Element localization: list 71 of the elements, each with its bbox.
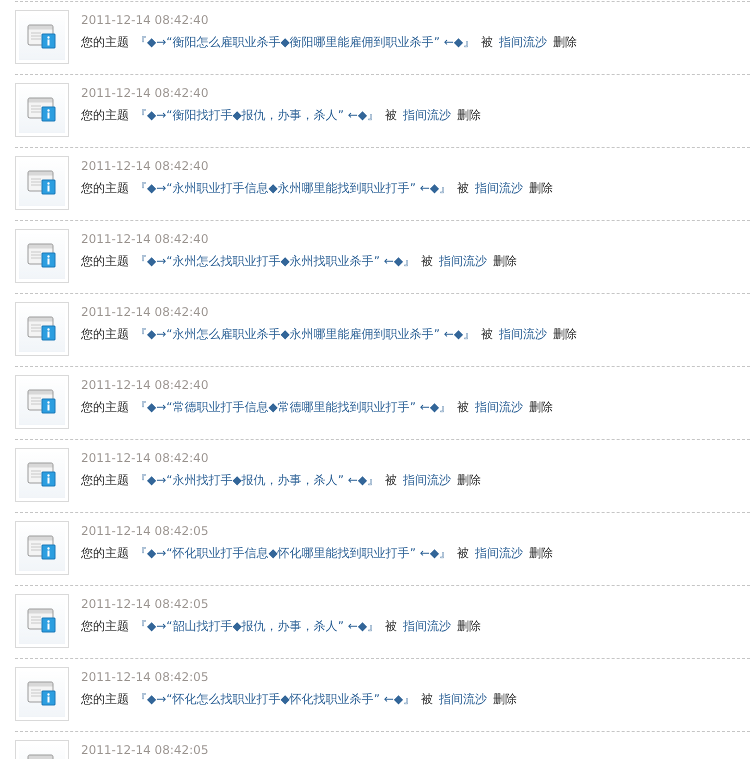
notice-icon xyxy=(27,535,57,561)
notice-prefix: 您的主题 xyxy=(81,107,129,123)
notice-icon xyxy=(27,316,57,342)
notice-action: 删除 xyxy=(553,34,578,50)
notice-icon xyxy=(27,170,57,196)
notice-icon xyxy=(27,681,57,707)
user-link[interactable]: 指间流沙 xyxy=(403,107,452,123)
notice-by: 被 xyxy=(481,326,494,342)
user-link[interactable]: 指间流沙 xyxy=(475,399,524,415)
notice-prefix: 您的主题 xyxy=(81,253,129,269)
notice-prefix: 您的主题 xyxy=(81,618,129,634)
notice-icon xyxy=(27,97,57,123)
notice-prefix: 您的主题 xyxy=(81,545,129,561)
subject-link[interactable]: 『◆→“怀化职业打手信息◆怀化哪里能找到职业打手” ←◆』 xyxy=(135,545,452,561)
subject-link[interactable]: 『◆→“韶山找打手◆报仇，办事，杀人” ←◆』 xyxy=(135,618,380,634)
notice-prefix: 您的主题 xyxy=(81,326,129,342)
subject-link[interactable]: 『◆→“永州找打手◆报仇，办事，杀人” ←◆』 xyxy=(135,472,380,488)
notice-prefix: 您的主题 xyxy=(81,399,129,415)
subject-link[interactable]: 『◆→“永州怎么找职业打手◆永州找职业杀手” ←◆』 xyxy=(135,253,416,269)
user-link[interactable]: 指间流沙 xyxy=(403,618,452,634)
notice-time: 2011-12-14 08:42:05 xyxy=(81,669,210,685)
notice-time: 2011-12-14 08:42:40 xyxy=(81,158,210,174)
notice-by: 被 xyxy=(421,691,434,707)
subject-link[interactable]: 『◆→“永州职业打手信息◆永州哪里能找到职业打手” ←◆』 xyxy=(135,180,452,196)
subject-link[interactable]: 『◆→“常德职业打手信息◆常德哪里能找到职业打手” ←◆』 xyxy=(135,399,452,415)
user-link[interactable]: 指间流沙 xyxy=(439,691,488,707)
notice-time: 2011-12-14 08:42:40 xyxy=(81,12,210,28)
notice-time: 2011-12-14 08:42:05 xyxy=(81,742,208,758)
subject-link[interactable]: 『◆→“衡阳怎么雇职业杀手◆衡阳哪里能雇佣到职业杀手” ←◆』 xyxy=(135,34,476,50)
notice-icon xyxy=(27,243,57,269)
notice-by: 被 xyxy=(385,107,398,123)
notice-action: 删除 xyxy=(529,545,554,561)
notice-icon xyxy=(27,462,57,488)
notice-time: 2011-12-14 08:42:05 xyxy=(81,523,210,539)
notice-prefix: 您的主题 xyxy=(81,472,129,488)
subject-link[interactable]: 『◆→“衡阳找打手◆报仇，办事，杀人” ←◆』 xyxy=(135,107,380,123)
notice-by: 被 xyxy=(457,545,470,561)
notice-by: 被 xyxy=(481,34,494,50)
notice-action: 删除 xyxy=(457,107,482,123)
user-link[interactable]: 指间流沙 xyxy=(499,326,548,342)
notice-action: 删除 xyxy=(493,691,518,707)
notice-action: 删除 xyxy=(553,326,578,342)
user-link[interactable]: 指间流沙 xyxy=(403,472,452,488)
user-link[interactable]: 指间流沙 xyxy=(475,545,524,561)
subject-link[interactable]: 『◆→“怀化怎么找职业打手◆怀化找职业杀手” ←◆』 xyxy=(135,691,416,707)
notice-by: 被 xyxy=(385,472,398,488)
user-link[interactable]: 指间流沙 xyxy=(439,253,488,269)
notice-time: 2011-12-14 08:42:40 xyxy=(81,85,210,101)
notice-time: 2011-12-14 08:42:40 xyxy=(81,304,210,320)
notice-by: 被 xyxy=(457,180,470,196)
user-link[interactable]: 指间流沙 xyxy=(475,180,524,196)
user-link[interactable]: 指间流沙 xyxy=(499,34,548,50)
notice-time: 2011-12-14 08:42:40 xyxy=(81,450,210,466)
notice-prefix: 您的主题 xyxy=(81,691,129,707)
notice-action: 删除 xyxy=(493,253,518,269)
notice-time: 2011-12-14 08:42:05 xyxy=(81,596,210,612)
notice-icon xyxy=(27,24,57,50)
notice-time: 2011-12-14 08:42:40 xyxy=(81,231,210,247)
notice-action: 删除 xyxy=(529,180,554,196)
notice-action: 删除 xyxy=(529,399,554,415)
notice-by: 被 xyxy=(457,399,470,415)
notice-action: 删除 xyxy=(457,618,482,634)
notice-by: 被 xyxy=(385,618,398,634)
notice-time: 2011-12-14 08:42:40 xyxy=(81,377,210,393)
subject-link[interactable]: 『◆→“永州怎么雇职业杀手◆永州哪里能雇佣到职业杀手” ←◆』 xyxy=(135,326,476,342)
notice-icon xyxy=(27,389,57,415)
notice-prefix: 您的主题 xyxy=(81,180,129,196)
notice-prefix: 您的主题 xyxy=(81,34,129,50)
notice-icon xyxy=(27,608,57,634)
notice-by: 被 xyxy=(421,253,434,269)
notice-action: 删除 xyxy=(457,472,482,488)
